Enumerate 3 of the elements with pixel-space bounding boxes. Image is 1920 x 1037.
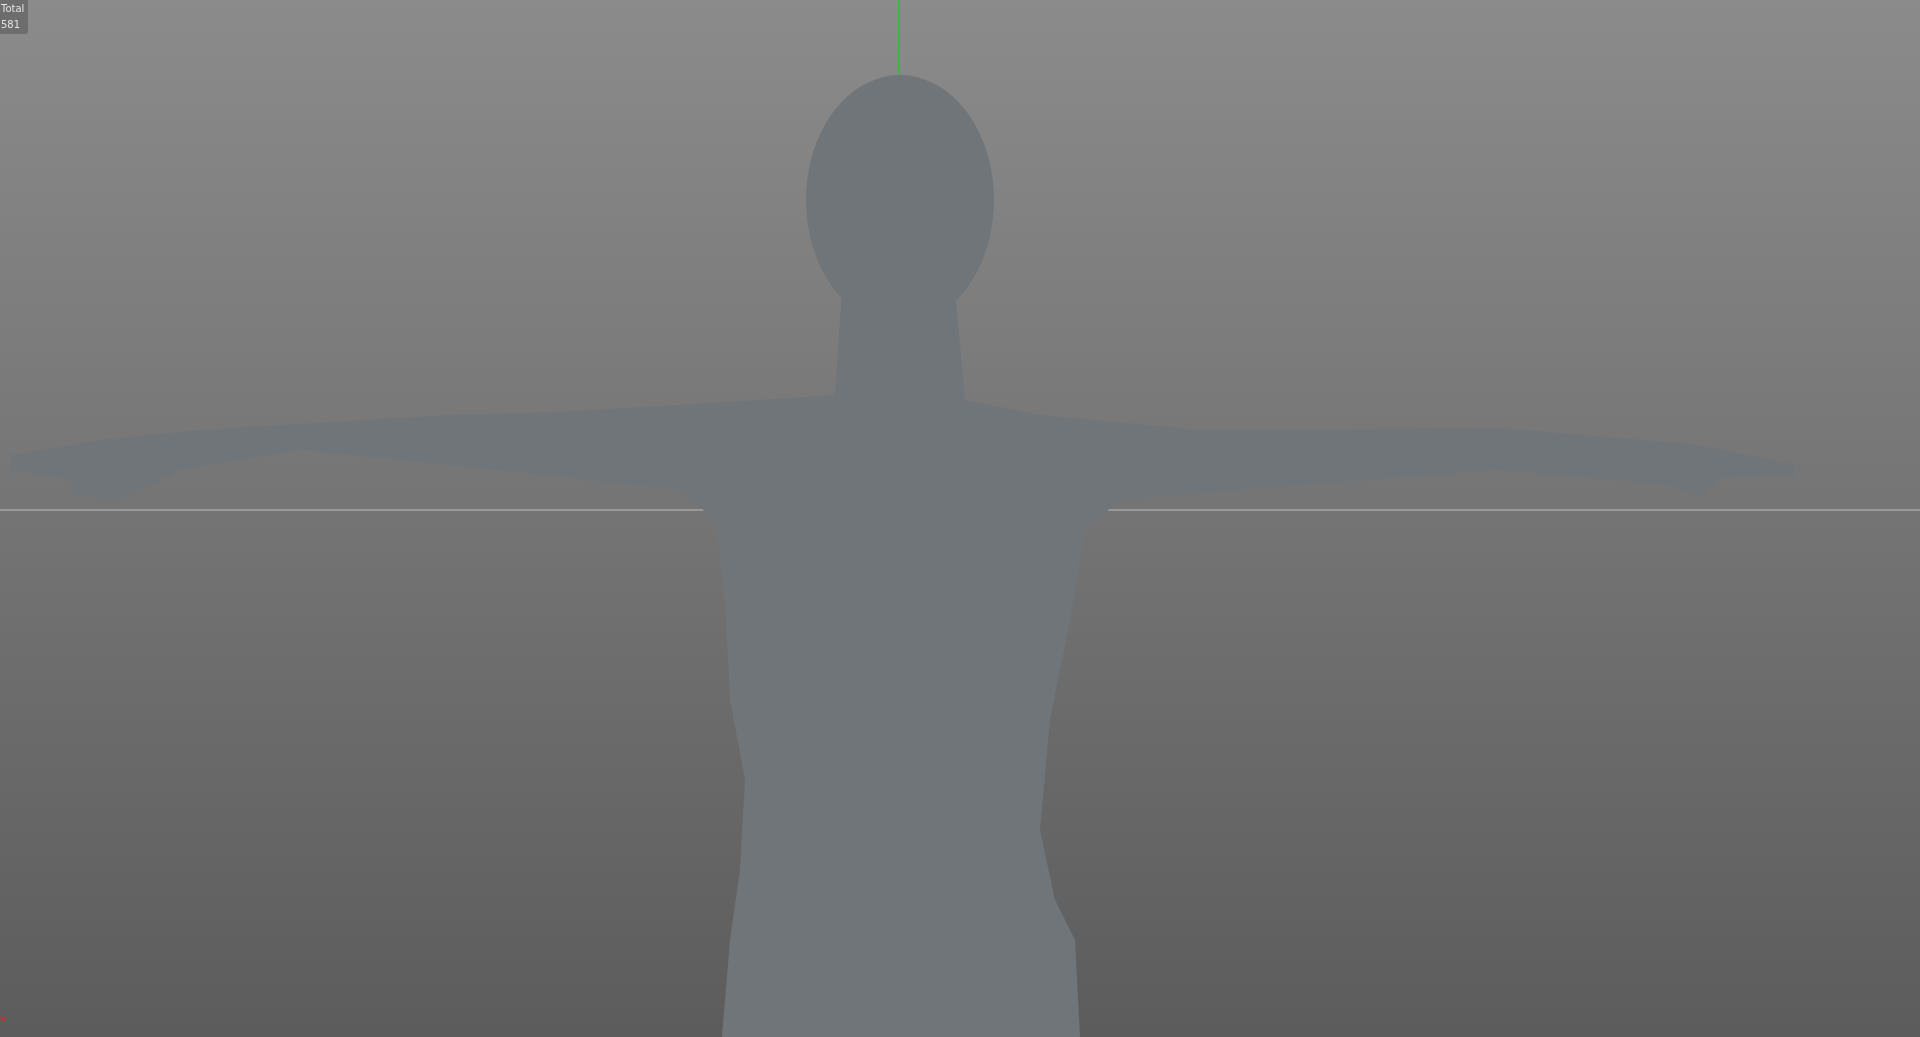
axis-icon: [0, 1015, 6, 1023]
stats-value: 581: [1, 18, 22, 31]
stats-label: Total: [1, 2, 25, 15]
